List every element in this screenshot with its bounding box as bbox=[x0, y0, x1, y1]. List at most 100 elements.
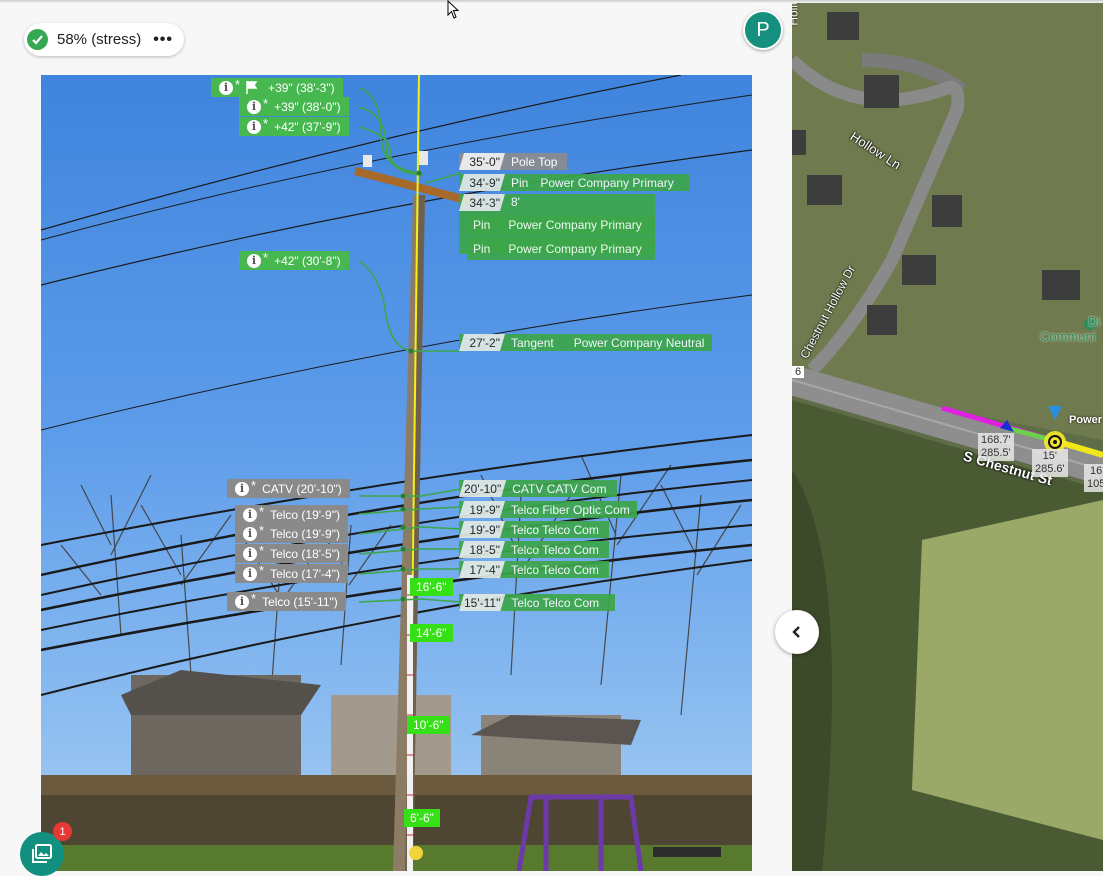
pole-label[interactable]: 19'-9" Telco Telco Com bbox=[459, 521, 609, 538]
pole-label-type: 8' bbox=[511, 195, 520, 209]
pole-label-owner: Power Company Primary bbox=[508, 242, 642, 256]
attachment-label[interactable]: i * +42" (30'-8") bbox=[239, 250, 349, 270]
info-icon: i bbox=[247, 99, 261, 114]
pole-label-owner: Power Company Primary bbox=[540, 175, 674, 190]
chevron-left-icon bbox=[792, 626, 800, 638]
pole-label-type: Telco Fiber Optic Com bbox=[511, 502, 630, 517]
info-icon: i bbox=[219, 80, 233, 95]
satellite-map[interactable]: Hollow Ln Chestnut Hollow Dr S Chestnut … bbox=[792, 0, 1103, 871]
attachment-height: +42" (37'-9") bbox=[274, 119, 341, 134]
stress-label: 58% (stress) bbox=[57, 31, 142, 48]
comm-attachment-label[interactable]: i * CATV (20'-10") bbox=[227, 478, 350, 498]
pole-label[interactable]: 17'-4" Telco Telco Com bbox=[459, 561, 609, 578]
pole-label[interactable]: Pin Power Company Primary bbox=[467, 215, 655, 235]
attachment-height: +39" (38'-3") bbox=[268, 80, 335, 95]
span-box[interactable]: 168.7' 285.5' bbox=[978, 433, 1014, 461]
info-icon: i bbox=[243, 566, 257, 581]
comm-attachment-label[interactable]: i * Telco (19'-9") bbox=[235, 504, 348, 524]
power-label: Power bbox=[1069, 414, 1103, 426]
attachment-label[interactable]: i * +42" (37'-9") bbox=[239, 116, 349, 136]
comm-attachment-text: Telco (19'-9") bbox=[270, 526, 340, 541]
pole-label[interactable]: 15'-11" Telco Telco Com bbox=[459, 594, 615, 611]
comm-attachment-text: Telco (15'-11") bbox=[262, 594, 338, 609]
info-icon: i bbox=[235, 481, 249, 496]
comm-attachment-label[interactable]: i * Telco (15'-11") bbox=[227, 591, 346, 611]
comm-attachment-text: CATV (20'-10") bbox=[262, 481, 342, 496]
pole-label-type: Pole Top bbox=[511, 154, 558, 169]
pole-label-height: 18'-5" bbox=[459, 541, 505, 558]
attachment-height: +42" (30'-8") bbox=[274, 253, 341, 268]
info-icon: i bbox=[247, 119, 261, 134]
pole-label-type: Pin bbox=[473, 242, 491, 256]
pole-top-label[interactable]: 35'-0" Pole Top bbox=[459, 153, 567, 170]
comm-attachment-text: Telco (18'-5") bbox=[270, 546, 340, 561]
poi-label: Communi bbox=[1040, 329, 1096, 344]
measure-tick-label: 16'-6" bbox=[410, 578, 453, 596]
comm-attachment-label[interactable]: i * Telco (18'-5") bbox=[235, 543, 348, 563]
poi-label: Di bbox=[1088, 314, 1101, 329]
pole-label-height: 19'-9" bbox=[459, 521, 505, 538]
pole-label-height: 20'-10" bbox=[459, 480, 506, 497]
pole-label[interactable]: 19'-9" Telco Fiber Optic Com bbox=[459, 501, 637, 518]
attachment-label[interactable]: i * +39" (38'-3") bbox=[211, 77, 343, 97]
pole-label-height: 34'-3" bbox=[459, 194, 505, 211]
measure-tick-label: 10'-6" bbox=[407, 716, 450, 734]
pole-label-owner: Power Company Primary bbox=[508, 218, 642, 232]
pole-label-type: Tangent bbox=[511, 335, 554, 350]
user-avatar[interactable]: P bbox=[743, 10, 783, 50]
pole-label[interactable]: 34'-9" Pin Power Company Primary bbox=[459, 174, 689, 191]
bench bbox=[653, 847, 721, 857]
span-box[interactable]: 15' 285.6' bbox=[1032, 449, 1068, 477]
span-length: 15' bbox=[1042, 450, 1057, 462]
pole-label[interactable]: 20'-10" CATV CATV Com bbox=[459, 480, 617, 497]
info-icon: i bbox=[243, 546, 257, 561]
pole-label-height: 34'-9" bbox=[459, 174, 505, 191]
pole-label[interactable]: 27'-2" Tangent Power Company Neutral bbox=[459, 334, 712, 351]
pole-photo[interactable]: i * +39" (38'-3") i * +39" (38'-0") i * +42… bbox=[41, 75, 752, 871]
route-badge: 6 bbox=[792, 366, 805, 378]
span-length: 105 bbox=[1087, 478, 1103, 490]
comm-attachment-label[interactable]: i * Telco (19'-9") bbox=[235, 523, 348, 543]
notification-badge: 1 bbox=[53, 822, 72, 841]
pole-label-height: 15'-11" bbox=[459, 594, 505, 611]
pole-label-height: 17'-4" bbox=[459, 561, 505, 578]
pole-label-type: CATV CATV Com bbox=[512, 481, 607, 496]
attachment-height: +39" (38'-0") bbox=[274, 99, 341, 114]
span-length: 16 bbox=[1090, 465, 1103, 477]
pole-label-type: Pin bbox=[511, 175, 529, 190]
map-canvas bbox=[792, 0, 1103, 871]
pole-label-height: 35'-0" bbox=[459, 153, 505, 170]
pole-label-type: Telco Telco Com bbox=[511, 562, 599, 577]
info-icon: i bbox=[247, 253, 261, 268]
span-box[interactable]: 16 105 bbox=[1084, 464, 1103, 492]
status-chip[interactable]: 58% (stress) ••• bbox=[24, 23, 184, 56]
measure-tick-label: 6'-6" bbox=[404, 809, 440, 827]
pole-label-type: Telco Telco Com bbox=[511, 522, 599, 537]
flag-icon bbox=[246, 81, 258, 94]
comm-attachment-text: Telco (19'-9") bbox=[270, 507, 340, 522]
pole-label-height: 19'-9" bbox=[459, 501, 505, 518]
mouse-cursor-icon bbox=[447, 0, 460, 19]
info-icon: i bbox=[243, 526, 257, 541]
attachment-label[interactable]: i * +39" (38'-0") bbox=[239, 96, 349, 116]
collapse-panel-button[interactable] bbox=[775, 610, 819, 654]
span-length: 285.5' bbox=[981, 447, 1011, 459]
pole-label-owner: Power Company Neutral bbox=[573, 335, 705, 350]
measure-tick-label: 14'-6" bbox=[410, 624, 453, 642]
info-icon: i bbox=[243, 507, 257, 522]
more-options-icon[interactable]: ••• bbox=[153, 31, 173, 49]
pole-label[interactable]: Pin Power Company Primary bbox=[467, 238, 655, 260]
pole-label-type: Pin bbox=[473, 218, 491, 232]
info-icon: i bbox=[235, 594, 249, 609]
photo-panel: 58% (stress) ••• i * +39" (38'-3") i * +… bbox=[0, 0, 792, 871]
pole-label[interactable]: 18'-5" Telco Telco Com bbox=[459, 541, 609, 558]
span-length: 168.7' bbox=[981, 434, 1011, 446]
photo-library-icon bbox=[32, 844, 52, 863]
check-circle-icon bbox=[27, 29, 48, 50]
comm-attachment-text: Telco (17'-4") bbox=[270, 566, 340, 581]
map-edge-label: Hollo bbox=[792, 0, 801, 26]
comm-attachment-label[interactable]: i * Telco (17'-4") bbox=[235, 563, 348, 583]
pole-label-type: Telco Telco Com bbox=[511, 595, 600, 610]
pole-label-height: 27'-2" bbox=[459, 334, 505, 351]
span-length: 285.6' bbox=[1035, 463, 1065, 475]
